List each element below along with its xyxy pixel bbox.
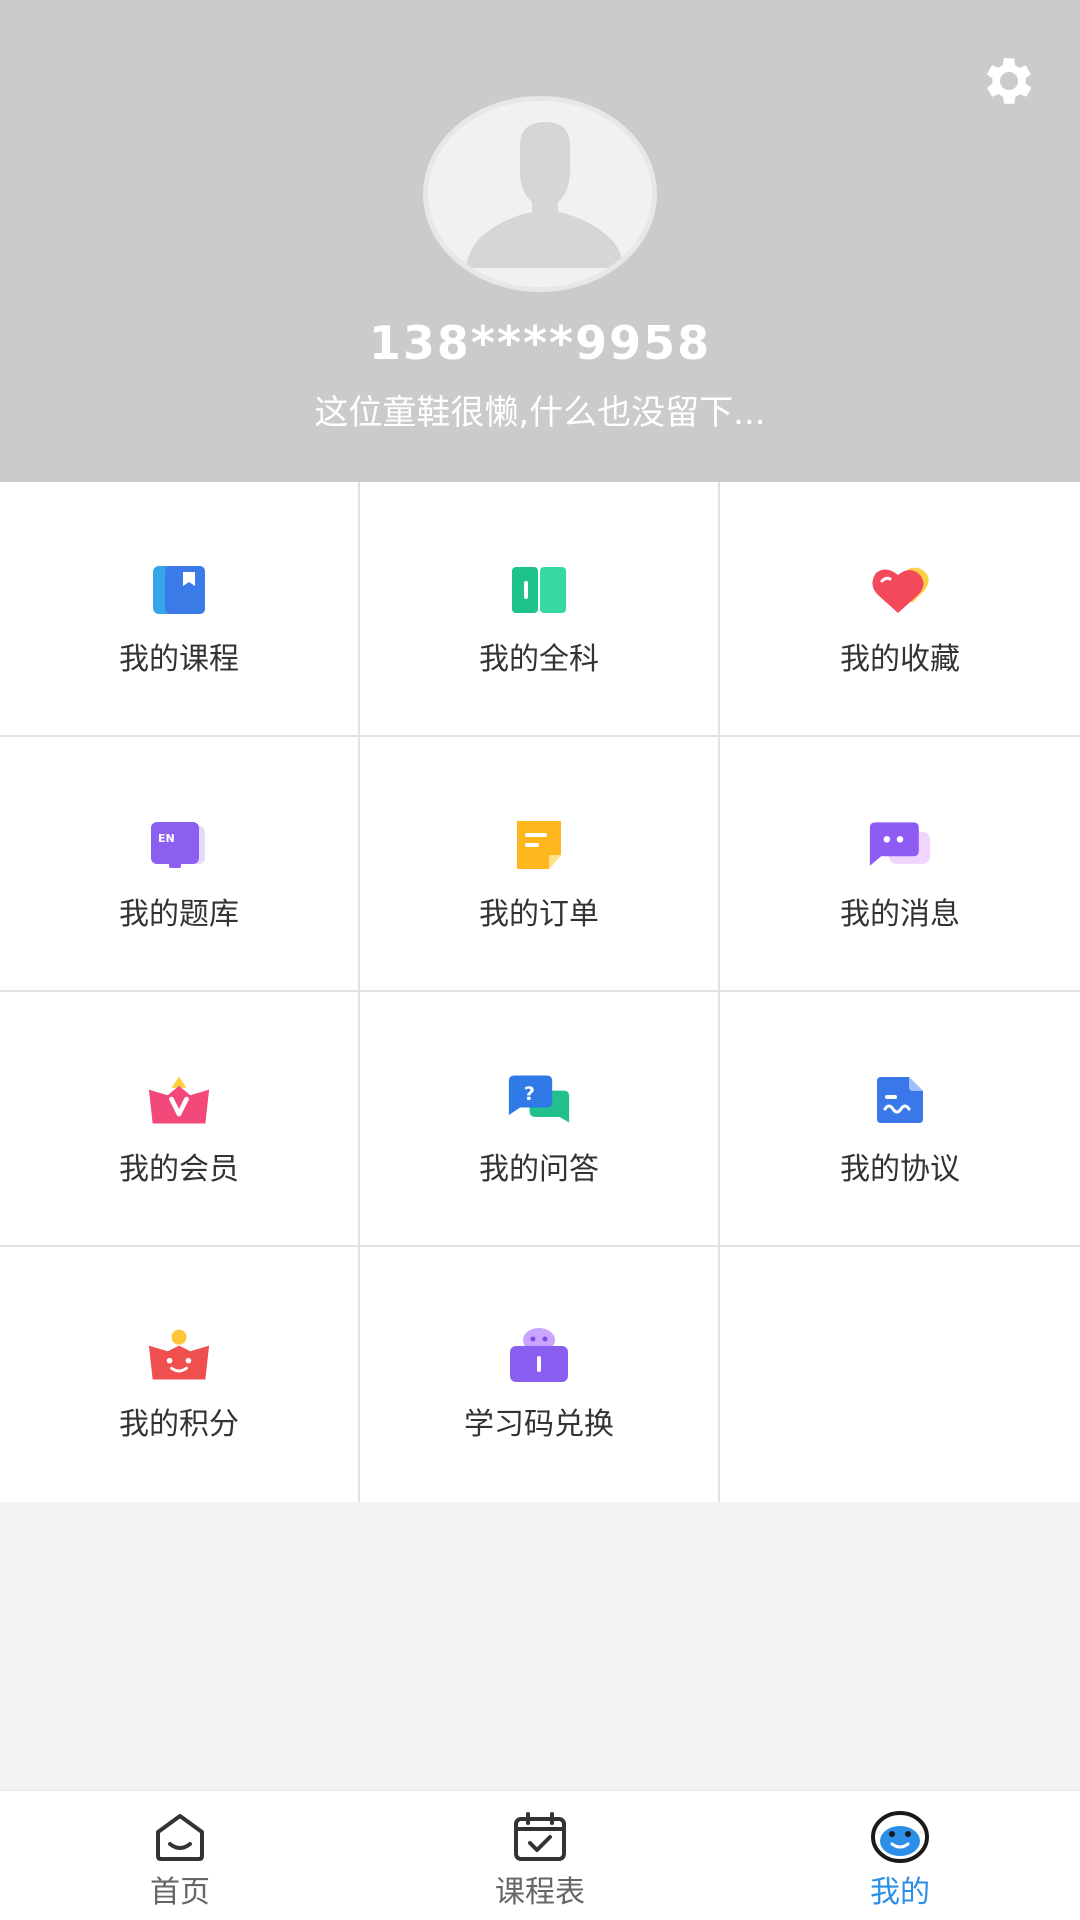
menu-item-membership[interactable]: 我的会员 [0, 992, 360, 1247]
menu-item-label: 我的课程 [119, 642, 239, 677]
menu-item-label: 我的协议 [840, 1152, 960, 1187]
points-icon [147, 1327, 211, 1383]
study-code-icon [507, 1327, 571, 1383]
vip-crown-icon [147, 1072, 211, 1128]
menu-item-study-code[interactable]: 学习码兑换 [360, 1247, 720, 1502]
menu-item-label: 我的收藏 [840, 642, 960, 677]
menu-item-label: 我的积分 [119, 1407, 239, 1442]
tab-home[interactable]: 首页 [0, 1791, 360, 1920]
message-bubble-icon [868, 817, 932, 873]
menu-item-label: 我的订单 [479, 897, 599, 932]
menu-item-all-subjects[interactable]: 我的全科 [360, 482, 720, 737]
gear-icon [986, 58, 1032, 104]
agreement-doc-icon [868, 1072, 932, 1128]
menu-item-label: 我的题库 [119, 897, 239, 932]
menu-item-messages[interactable]: 我的消息 [720, 737, 1080, 992]
course-book-icon [147, 562, 211, 618]
menu-item-favorites[interactable]: 我的收藏 [720, 482, 1080, 737]
menu-item-points[interactable]: 我的积分 [0, 1247, 360, 1502]
favorite-heart-icon [868, 562, 932, 618]
svg-text:?: ? [524, 1084, 535, 1105]
tab-label: 课程表 [495, 1875, 585, 1910]
menu-item-orders[interactable]: 我的订单 [360, 737, 720, 992]
tab-label: 我的 [870, 1875, 930, 1910]
settings-button[interactable] [974, 46, 1044, 116]
qa-bubble-icon: ? [507, 1072, 571, 1128]
avatar[interactable] [423, 96, 657, 292]
question-bank-icon: EN [147, 817, 211, 873]
profile-face-icon [869, 1811, 931, 1863]
calendar-icon [509, 1811, 571, 1863]
menu-item-label: 我的全科 [479, 642, 599, 677]
menu-empty-cell [720, 1247, 1080, 1502]
tab-me[interactable]: 我的 [720, 1791, 1080, 1920]
user-phone: 138****9958 [368, 316, 712, 370]
menu-item-label: 我的问答 [479, 1152, 599, 1187]
profile-header: 138****9958 这位童鞋很懒,什么也没留下... [0, 0, 1080, 482]
user-motto: 这位童鞋很懒,什么也没留下... [314, 393, 766, 433]
home-icon [149, 1811, 211, 1863]
svg-text:EN: EN [158, 832, 175, 845]
menu-item-agreements[interactable]: 我的协议 [720, 992, 1080, 1247]
bottom-tab-bar: 首页 课程表 我的 [0, 1790, 1080, 1920]
menu-item-my-courses[interactable]: 我的课程 [0, 482, 360, 737]
tab-schedule[interactable]: 课程表 [360, 1791, 720, 1920]
tab-label: 首页 [150, 1875, 210, 1910]
all-subjects-book-icon [507, 562, 571, 618]
default-avatar-icon [428, 101, 652, 287]
menu-item-label: 我的消息 [840, 897, 960, 932]
menu-grid: 我的课程 我的全科 我的收藏 EN 我的题库 我的订单 我的消息 我的会员 ? … [0, 482, 1080, 1502]
menu-item-label: 学习码兑换 [464, 1407, 614, 1442]
order-note-icon [507, 817, 571, 873]
menu-item-question-bank[interactable]: EN 我的题库 [0, 737, 360, 992]
menu-item-qa[interactable]: ? 我的问答 [360, 992, 720, 1247]
menu-item-label: 我的会员 [119, 1152, 239, 1187]
